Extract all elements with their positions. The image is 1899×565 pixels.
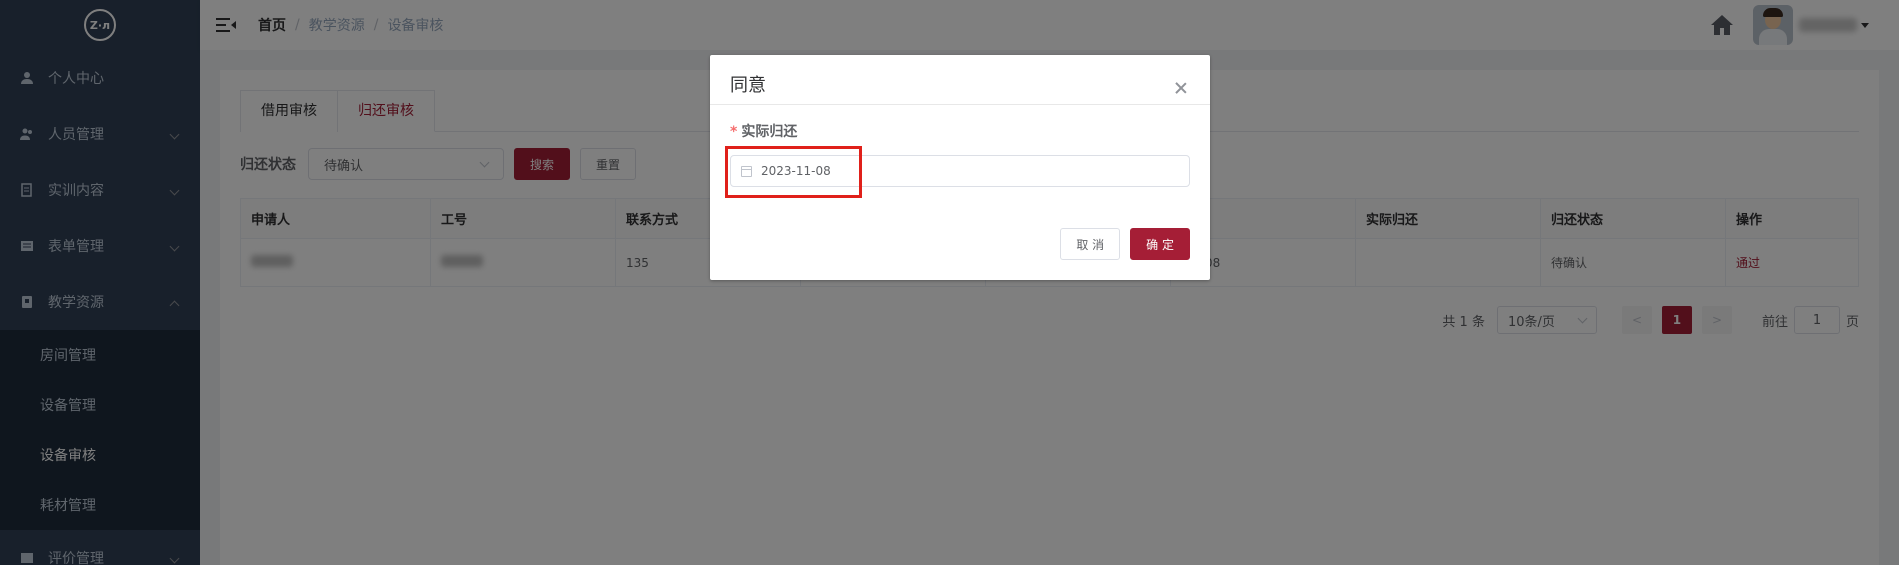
required-mark: *: [730, 124, 738, 140]
dialog-footer: 取 消 确 定: [1050, 228, 1190, 260]
field-label: 实际归还: [741, 124, 798, 140]
highlight-box: [725, 146, 862, 198]
dialog-title: 同意: [730, 75, 766, 96]
form-label: * 实际归还: [730, 121, 1190, 141]
close-icon[interactable]: [1174, 81, 1188, 95]
cancel-button[interactable]: 取 消: [1060, 228, 1121, 260]
dialog-header: 同意: [710, 55, 1210, 105]
confirm-button[interactable]: 确 定: [1130, 228, 1190, 260]
approve-dialog: 同意 * 实际归还 2023-11-08 取 消 确 定: [710, 55, 1210, 280]
